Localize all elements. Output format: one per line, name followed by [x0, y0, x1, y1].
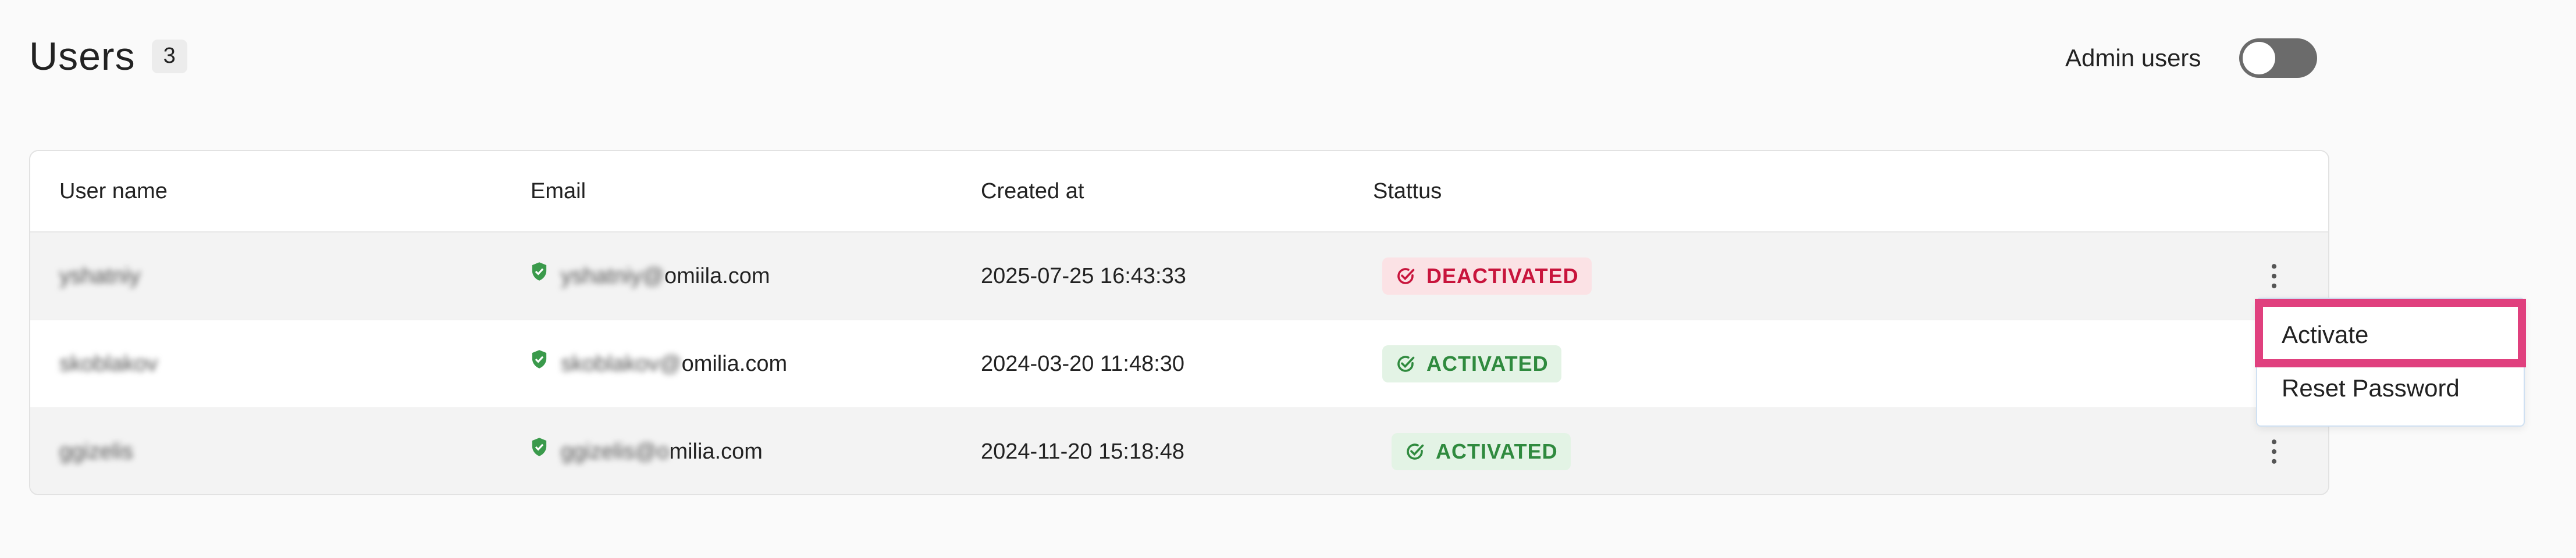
table-header: User name Email Created at Stattus	[30, 151, 2328, 233]
status-cell: ACTIVATED	[1382, 320, 1561, 407]
email-user: skoblakov@	[561, 351, 682, 376]
email-domain: omiila.com	[664, 263, 770, 288]
user-count-badge: 3	[151, 40, 187, 73]
menu-item-reset-password[interactable]: Reset Password	[2282, 374, 2460, 402]
check-circle-icon	[1407, 443, 1424, 460]
created-at-cell: 2024-03-20 11:48:30	[981, 351, 1185, 376]
activate-highlight-box	[2255, 299, 2526, 367]
table-row[interactable]: yshatniy yshatniy@ omiila.com 2025-07-25 …	[30, 233, 2328, 320]
kebab-menu-icon	[2271, 439, 2277, 464]
check-circle-icon	[1397, 268, 1415, 284]
status-cell: ACTIVATED	[1392, 408, 1571, 494]
username-cell: skoblakov	[59, 320, 158, 407]
username: ggizelis	[59, 439, 133, 464]
email-user: ggizelis@o	[561, 439, 670, 464]
page-header: Users 3	[29, 34, 187, 79]
username: yshatniy	[59, 263, 141, 288]
email-domain: omilia.com	[681, 351, 788, 376]
column-header-username[interactable]: User name	[59, 151, 168, 231]
admin-users-filter: Admin users	[2065, 38, 2318, 78]
verified-shield-icon	[532, 262, 547, 281]
email-cell: skoblakov@ omilia.com	[531, 320, 787, 407]
username-cell: yshatniy	[59, 233, 140, 320]
email-user: yshatniy@	[561, 263, 664, 288]
status-badge: ACTIVATED	[1392, 433, 1571, 470]
admin-users-label: Admin users	[2065, 44, 2201, 71]
status-label: ACTIVATED	[1426, 352, 1549, 375]
toggle-knob	[2243, 42, 2276, 74]
verified-shield-icon	[532, 438, 547, 456]
check-circle-icon	[1397, 356, 1415, 372]
status-cell: DEACTIVATED	[1382, 233, 1592, 320]
page-title: Users	[29, 34, 136, 78]
email-cell: yshatniy@ omiila.com	[531, 233, 770, 320]
kebab-menu-icon	[2271, 264, 2277, 288]
status-label: DEACTIVATED	[1426, 264, 1579, 288]
admin-users-toggle[interactable]	[2239, 38, 2318, 78]
table-row[interactable]: skoblakov skoblakov@ omilia.com 2024-03-2…	[30, 320, 2328, 408]
email-domain: milia.com	[669, 439, 763, 464]
verified-shield-icon	[532, 350, 547, 369]
table-row[interactable]: ggizelis ggizelis@o milia.com 2024-11-20 …	[30, 408, 2328, 494]
users-table: User name Email Created at Stattus yshat…	[29, 150, 2329, 495]
status-label: ACTIVATED	[1436, 439, 1558, 463]
status-badge: ACTIVATED	[1382, 345, 1561, 382]
created-at-cell: 2024-11-20 15:18:48	[981, 439, 1185, 464]
column-header-created[interactable]: Created at	[981, 151, 1084, 231]
username-cell: ggizelis	[59, 408, 133, 494]
status-badge: DEACTIVATED	[1382, 257, 1592, 295]
username: skoblakov	[59, 351, 158, 376]
column-header-email[interactable]: Email	[531, 151, 586, 231]
column-header-status[interactable]: Stattus	[1373, 151, 1442, 231]
created-at-cell: 2025-07-25 16:43:33	[981, 263, 1186, 288]
email-cell: ggizelis@o milia.com	[531, 408, 763, 494]
